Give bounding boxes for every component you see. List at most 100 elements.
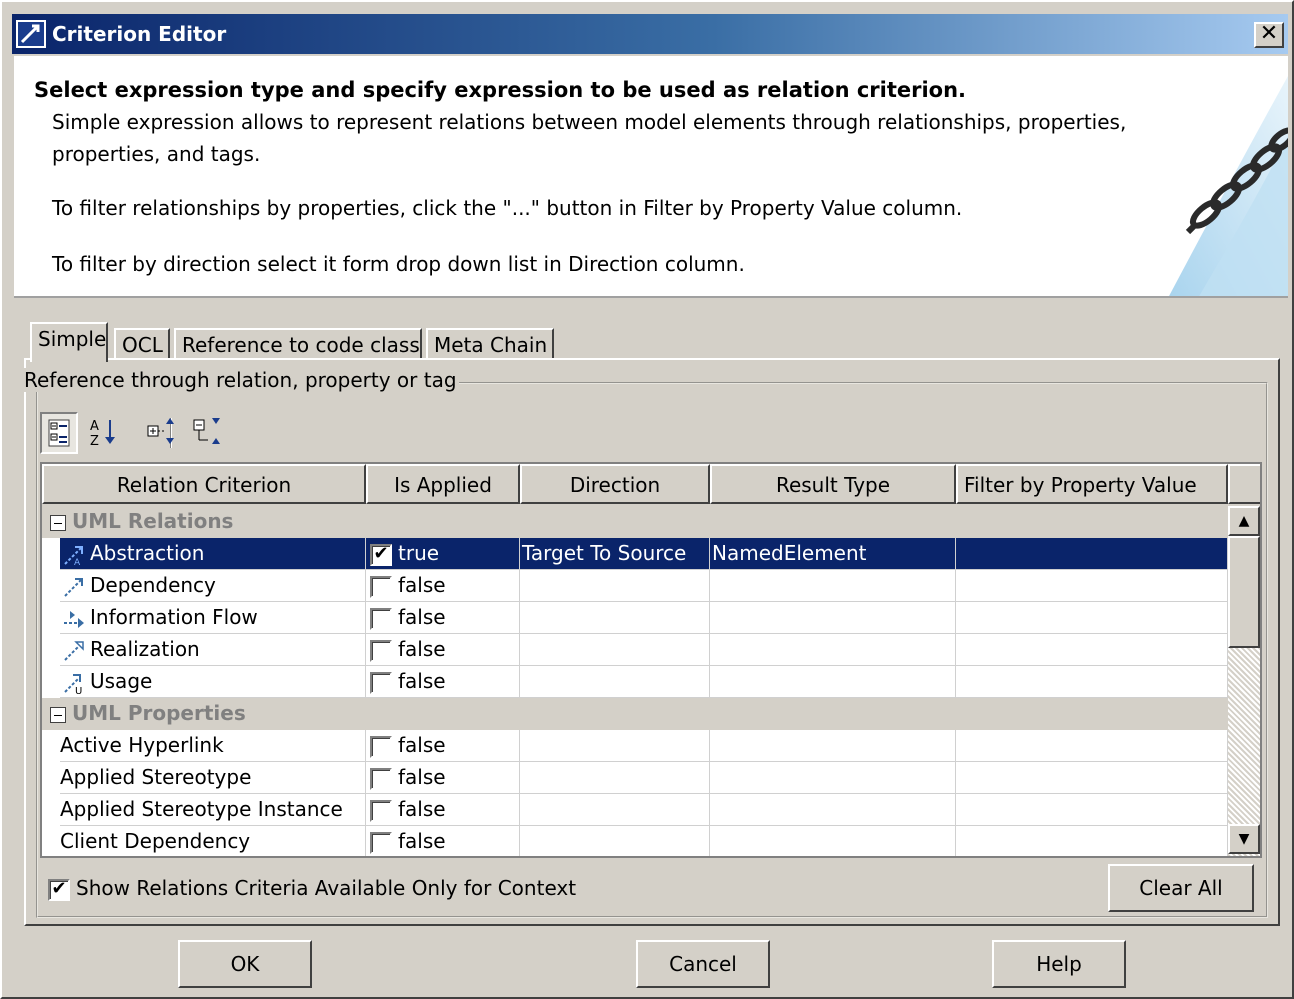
cancel-button[interactable]: Cancel — [636, 940, 770, 988]
result-type-cell[interactable] — [710, 794, 956, 826]
direction-cell[interactable] — [520, 602, 710, 634]
column-header-result-type[interactable]: Result Type — [710, 464, 956, 504]
filter-by-property-value-cell[interactable] — [956, 538, 1228, 570]
close-button[interactable]: ✕ — [1254, 22, 1284, 48]
table-row-active-hyperlink[interactable]: Active Hyperlink false — [42, 730, 1228, 762]
group-row-uml-properties[interactable]: UML Properties — [42, 698, 1228, 730]
direction-cell[interactable] — [520, 570, 710, 602]
collapse-all-button[interactable] — [190, 412, 228, 454]
is-applied-checkbox[interactable] — [370, 575, 392, 598]
scrollbar-thumb[interactable] — [1228, 536, 1260, 648]
result-type-cell[interactable]: NamedElement — [710, 538, 956, 570]
is-applied-checkbox[interactable] — [370, 735, 392, 758]
group-row-uml-relations[interactable]: UML Relations — [42, 506, 1228, 538]
is-applied-cell[interactable]: false — [366, 794, 520, 826]
is-applied-cell[interactable]: false — [366, 730, 520, 762]
direction-cell[interactable] — [520, 762, 710, 794]
sort-alphabetically-button[interactable]: A Z — [86, 412, 124, 454]
show-only-context-checkbox[interactable]: ✔ — [48, 878, 70, 901]
is-applied-cell[interactable]: false — [366, 602, 520, 634]
relation-criterion-cell[interactable]: Realization — [60, 634, 366, 666]
relation-criterion-cell[interactable]: Dependency — [60, 570, 366, 602]
tab-simple[interactable]: Simple — [30, 322, 108, 362]
is-applied-cell[interactable]: false — [366, 634, 520, 666]
result-type-cell[interactable] — [710, 826, 956, 856]
clear-all-button[interactable]: Clear All — [1108, 864, 1254, 912]
relation-criterion-cell[interactable]: U Usage — [60, 666, 366, 698]
direction-cell[interactable] — [520, 794, 710, 826]
expand-all-button[interactable] — [144, 412, 182, 454]
tab-reference-to-code-class[interactable]: Reference to code class — [174, 328, 422, 360]
is-applied-cell[interactable]: false — [366, 762, 520, 794]
relation-criterion-cell[interactable]: Applied Stereotype Instance — [60, 794, 366, 826]
svg-text:A: A — [74, 558, 81, 567]
scroll-up-button[interactable]: ▲ — [1228, 506, 1260, 536]
collapse-icon[interactable] — [50, 706, 66, 723]
direction-cell[interactable] — [520, 666, 710, 698]
title-bar[interactable]: Criterion Editor ✕ — [12, 14, 1288, 54]
filter-by-property-value-cell[interactable] — [956, 570, 1228, 602]
is-applied-checkbox[interactable] — [370, 639, 392, 662]
direction-cell[interactable]: Target To Source — [520, 538, 710, 570]
is-applied-cell[interactable]: false — [366, 570, 520, 602]
result-type-cell[interactable] — [710, 666, 956, 698]
is-applied-checkbox[interactable] — [370, 671, 392, 694]
filter-by-property-value-cell[interactable] — [956, 666, 1228, 698]
result-type-cell[interactable] — [710, 634, 956, 666]
is-applied-checkbox[interactable] — [370, 799, 392, 822]
categorized-view-button[interactable] — [40, 412, 78, 454]
filter-by-property-value-cell[interactable] — [956, 602, 1228, 634]
is-applied-value: false — [398, 573, 446, 597]
abstraction-icon: A — [64, 545, 83, 567]
direction-cell[interactable] — [520, 634, 710, 666]
table-row-usage[interactable]: U Usage false — [42, 666, 1228, 698]
result-type-cell[interactable] — [710, 730, 956, 762]
vertical-scrollbar[interactable]: ▲ ▼ — [1228, 506, 1260, 856]
group-title: UML Properties — [72, 701, 246, 725]
direction-cell[interactable] — [520, 826, 710, 856]
filter-by-property-value-cell[interactable] — [956, 634, 1228, 666]
filter-by-property-value-cell[interactable] — [956, 826, 1228, 856]
column-header-is-applied[interactable]: Is Applied — [366, 464, 520, 504]
result-type-cell[interactable] — [710, 602, 956, 634]
relation-criterion-cell[interactable]: Client Dependency — [60, 826, 366, 856]
relation-criterion-cell[interactable]: A Abstraction — [60, 538, 366, 570]
is-applied-checkbox[interactable] — [370, 607, 392, 630]
is-applied-cell[interactable]: ✔ true — [366, 538, 520, 570]
sort-alphabetically-icon: A Z — [90, 419, 115, 449]
table-row-client-dependency[interactable]: Client Dependency false — [42, 826, 1228, 856]
ok-button[interactable]: OK — [178, 940, 312, 988]
direction-cell[interactable] — [520, 730, 710, 762]
collapse-icon[interactable] — [50, 514, 66, 531]
tab-meta-chain[interactable]: Meta Chain — [426, 328, 554, 360]
table-row-information-flow[interactable]: Information Flow false — [42, 602, 1228, 634]
column-header-relation-criterion[interactable]: Relation Criterion — [42, 464, 366, 504]
is-applied-cell[interactable]: false — [366, 826, 520, 856]
column-header-direction[interactable]: Direction — [520, 464, 710, 504]
relation-criterion-cell[interactable]: Information Flow — [60, 602, 366, 634]
show-only-context-option[interactable]: ✔ Show Relations Criteria Available Only … — [48, 876, 576, 901]
is-applied-cell[interactable]: false — [366, 666, 520, 698]
is-applied-checkbox[interactable]: ✔ — [370, 543, 392, 566]
is-applied-checkbox[interactable] — [370, 831, 392, 854]
filter-by-property-value-cell[interactable] — [956, 762, 1228, 794]
help-button[interactable]: Help — [992, 940, 1126, 988]
result-type-cell[interactable] — [710, 570, 956, 602]
categorized-view-icon — [48, 419, 70, 447]
filter-by-property-value-cell[interactable] — [956, 730, 1228, 762]
relation-name: Abstraction — [90, 541, 205, 565]
table-row-abstraction[interactable]: A Abstraction ✔ true Target To Source Name… — [42, 538, 1228, 570]
scroll-down-button[interactable]: ▼ — [1228, 824, 1260, 854]
column-header-filter-by-property-value[interactable]: Filter by Property Value — [956, 464, 1228, 504]
filter-by-property-value-cell[interactable] — [956, 794, 1228, 826]
table-row-applied-stereotype[interactable]: Applied Stereotype false — [42, 762, 1228, 794]
relation-name: Information Flow — [90, 605, 258, 629]
table-row-applied-stereotype-instance[interactable]: Applied Stereotype Instance false — [42, 794, 1228, 826]
result-type-cell[interactable] — [710, 762, 956, 794]
tab-ocl[interactable]: OCL — [114, 328, 170, 360]
is-applied-checkbox[interactable] — [370, 767, 392, 790]
relation-criterion-cell[interactable]: Active Hyperlink — [60, 730, 366, 762]
relation-criterion-cell[interactable]: Applied Stereotype — [60, 762, 366, 794]
table-row-realization[interactable]: Realization false — [42, 634, 1228, 666]
table-row-dependency[interactable]: Dependency false — [42, 570, 1228, 602]
